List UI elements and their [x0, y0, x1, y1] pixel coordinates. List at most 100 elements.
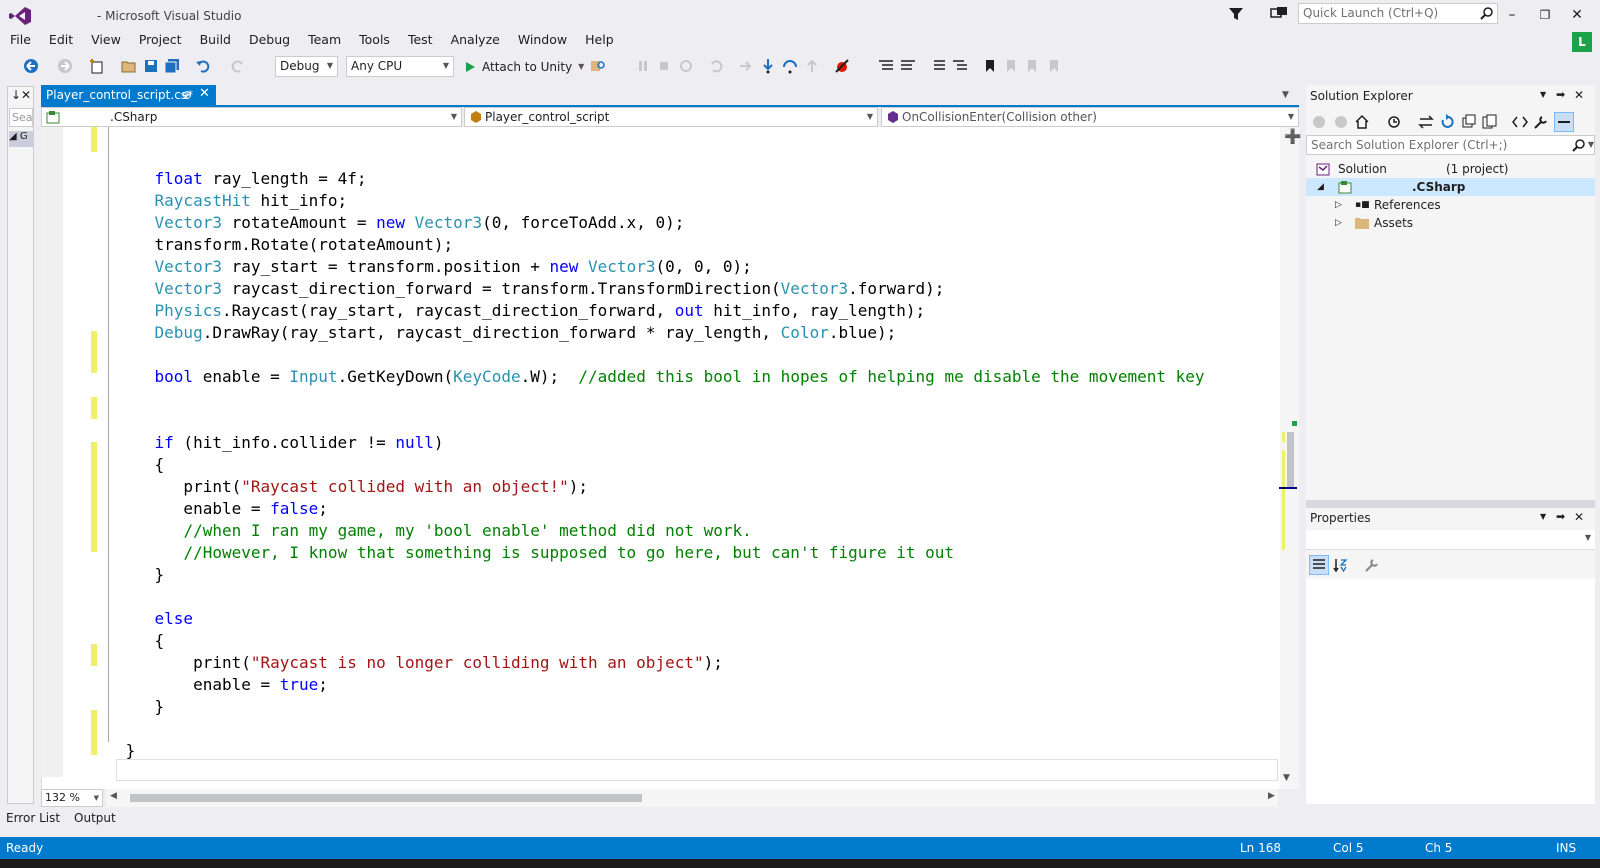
code-line[interactable] — [116, 586, 1205, 608]
navigate-forward-icon[interactable] — [57, 58, 73, 74]
breakpoint-toggle-icon[interactable] — [834, 58, 850, 74]
code-line[interactable]: //when I ran my game, my 'bool enable' m… — [116, 520, 1205, 542]
tab-close-icon[interactable]: ✕ — [199, 86, 210, 102]
navigate-back-icon[interactable] — [23, 58, 39, 74]
code-line[interactable]: enable = true; — [116, 674, 1205, 696]
step-out-icon[interactable] — [804, 58, 820, 74]
code-line[interactable]: float ray_length = 4f; — [116, 168, 1205, 190]
close-window-button[interactable]: ✕ — [1562, 4, 1592, 26]
preview-selected-icon[interactable] — [1554, 112, 1574, 132]
tree-item-assets[interactable]: ▷ Assets — [1306, 214, 1595, 232]
forward-icon[interactable] — [1333, 114, 1349, 130]
menu-team[interactable]: Team — [299, 31, 350, 53]
toolbox-close-icon[interactable]: ↓✕ — [11, 88, 31, 102]
filter-icon[interactable] — [1228, 6, 1244, 22]
pane-options-chevron-icon[interactable]: ▼ — [1540, 90, 1546, 99]
pin-icon[interactable]: ⊕ — [182, 87, 192, 103]
open-file-icon[interactable] — [121, 58, 137, 74]
minimize-button[interactable]: – — [1497, 4, 1527, 26]
increase-indent-icon[interactable] — [952, 58, 968, 74]
code-line[interactable]: Physics.Raycast(ray_start, raycast_direc… — [116, 300, 1205, 322]
code-line[interactable] — [116, 388, 1205, 410]
expanded-arrow-icon[interactable]: ◢ — [1317, 178, 1324, 196]
code-line[interactable]: Vector3 rotateAmount = new Vector3(0, fo… — [116, 212, 1205, 234]
property-pages-wrench-icon[interactable] — [1364, 557, 1380, 573]
type-navigation-select[interactable]: Player_control_script ▼ — [464, 107, 878, 127]
restart-icon[interactable] — [678, 58, 694, 74]
code-line[interactable]: RaycastHit hit_info; — [116, 190, 1205, 212]
view-code-icon[interactable] — [1512, 114, 1528, 130]
decrease-indent-icon[interactable] — [930, 58, 946, 74]
code-text[interactable]: float ray_length = 4f; RaycastHit hit_in… — [116, 146, 1205, 762]
code-line[interactable] — [116, 718, 1205, 740]
chevron-down-icon[interactable]: ▼ — [1588, 136, 1594, 154]
code-line[interactable]: Debug.DrawRay(ray_start, raycast_directi… — [116, 322, 1205, 344]
back-icon[interactable] — [1311, 114, 1327, 130]
zoom-level-select[interactable]: 132 % ▼ — [41, 789, 103, 807]
pin-icon[interactable]: ➡ — [1556, 510, 1565, 523]
code-line[interactable]: print("Raycast collided with an object!"… — [116, 476, 1205, 498]
code-line[interactable]: else — [116, 608, 1205, 630]
menu-debug[interactable]: Debug — [240, 31, 299, 53]
find-in-files-icon[interactable] — [590, 58, 606, 74]
vertical-scroll-thumb[interactable] — [1287, 432, 1294, 487]
new-project-icon[interactable] — [89, 58, 105, 74]
split-window-icon[interactable]: ➕ — [1284, 129, 1301, 145]
categorized-icon[interactable] — [1309, 555, 1329, 575]
properties-object-select[interactable]: ▼ — [1306, 530, 1595, 550]
tree-item-references[interactable]: ▷ ▪■ References — [1306, 196, 1595, 214]
code-line[interactable]: Vector3 ray_start = transform.position +… — [116, 256, 1205, 278]
code-line[interactable]: //However, I know that something is supp… — [116, 542, 1205, 564]
horizontal-scroll-thumb[interactable] — [130, 794, 642, 802]
code-line[interactable]: Vector3 raycast_direction_forward = tran… — [116, 278, 1205, 300]
redo-icon[interactable] — [230, 58, 246, 74]
code-line[interactable]: print("Raycast is no longer colliding wi… — [116, 652, 1205, 674]
code-line[interactable]: bool enable = Input.GetKeyDown(KeyCode.W… — [116, 366, 1205, 388]
code-line[interactable]: enable = false; — [116, 498, 1205, 520]
member-navigation-select[interactable]: OnCollisionEnter(Collision other) ▼ — [881, 107, 1299, 127]
next-bookmark-icon[interactable] — [1024, 58, 1040, 74]
pause-icon[interactable] — [635, 58, 651, 74]
scroll-right-icon[interactable]: ▶ — [1268, 791, 1275, 801]
scroll-left-icon[interactable]: ◀ — [110, 791, 117, 801]
tab-output[interactable]: Output — [74, 811, 116, 825]
show-next-statement-icon[interactable] — [738, 58, 754, 74]
collapse-all-icon[interactable] — [1461, 114, 1477, 130]
menu-build[interactable]: Build — [191, 31, 240, 53]
save-icon[interactable] — [143, 58, 159, 74]
properties-wrench-icon[interactable] — [1533, 114, 1549, 130]
menu-test[interactable]: Test — [399, 31, 442, 53]
solution-platform-select[interactable]: Any CPU ▼ — [346, 56, 454, 77]
previous-bookmark-icon[interactable] — [1003, 58, 1019, 74]
sync-with-document-icon[interactable] — [1418, 114, 1434, 130]
toolbox-group-header[interactable]: ◢ G — [9, 131, 33, 147]
user-avatar[interactable]: L — [1572, 32, 1592, 52]
clear-bookmarks-icon[interactable] — [1046, 58, 1062, 74]
restore-button[interactable]: ❐ — [1530, 4, 1560, 26]
properties-grid[interactable] — [1306, 579, 1595, 804]
panel-splitter[interactable] — [1306, 500, 1595, 508]
code-line[interactable]: transform.Rotate(rotateAmount); — [116, 234, 1205, 256]
comment-lines-icon[interactable] — [878, 58, 894, 74]
menu-project[interactable]: Project — [130, 31, 191, 53]
menu-window[interactable]: Window — [509, 31, 576, 53]
code-line[interactable]: } — [116, 564, 1205, 586]
tree-item-project[interactable]: ◢ .CSharp — [1306, 178, 1595, 196]
pane-close-icon[interactable]: ✕ — [1574, 510, 1584, 524]
menu-view[interactable]: View — [82, 31, 130, 53]
quick-launch-input[interactable]: Quick Launch (Ctrl+Q) — [1298, 3, 1498, 24]
pane-options-chevron-icon[interactable]: ▼ — [1540, 512, 1546, 521]
code-line[interactable]: if (hit_info.collider != null) — [116, 432, 1205, 454]
code-line[interactable] — [116, 344, 1205, 366]
menu-file[interactable]: File — [0, 31, 40, 53]
feedback-icon[interactable] — [1270, 6, 1288, 22]
collapsed-arrow-icon[interactable]: ▷ — [1335, 214, 1342, 232]
code-line[interactable]: { — [116, 630, 1205, 652]
refresh-icon[interactable] — [708, 58, 724, 74]
menu-help[interactable]: Help — [576, 31, 623, 53]
save-all-icon[interactable] — [164, 58, 180, 74]
tree-item-solution[interactable]: Solution (1 project) — [1306, 160, 1595, 178]
menu-analyze[interactable]: Analyze — [442, 31, 509, 53]
uncomment-lines-icon[interactable] — [900, 58, 916, 74]
pending-changes-filter-icon[interactable] — [1386, 114, 1402, 130]
